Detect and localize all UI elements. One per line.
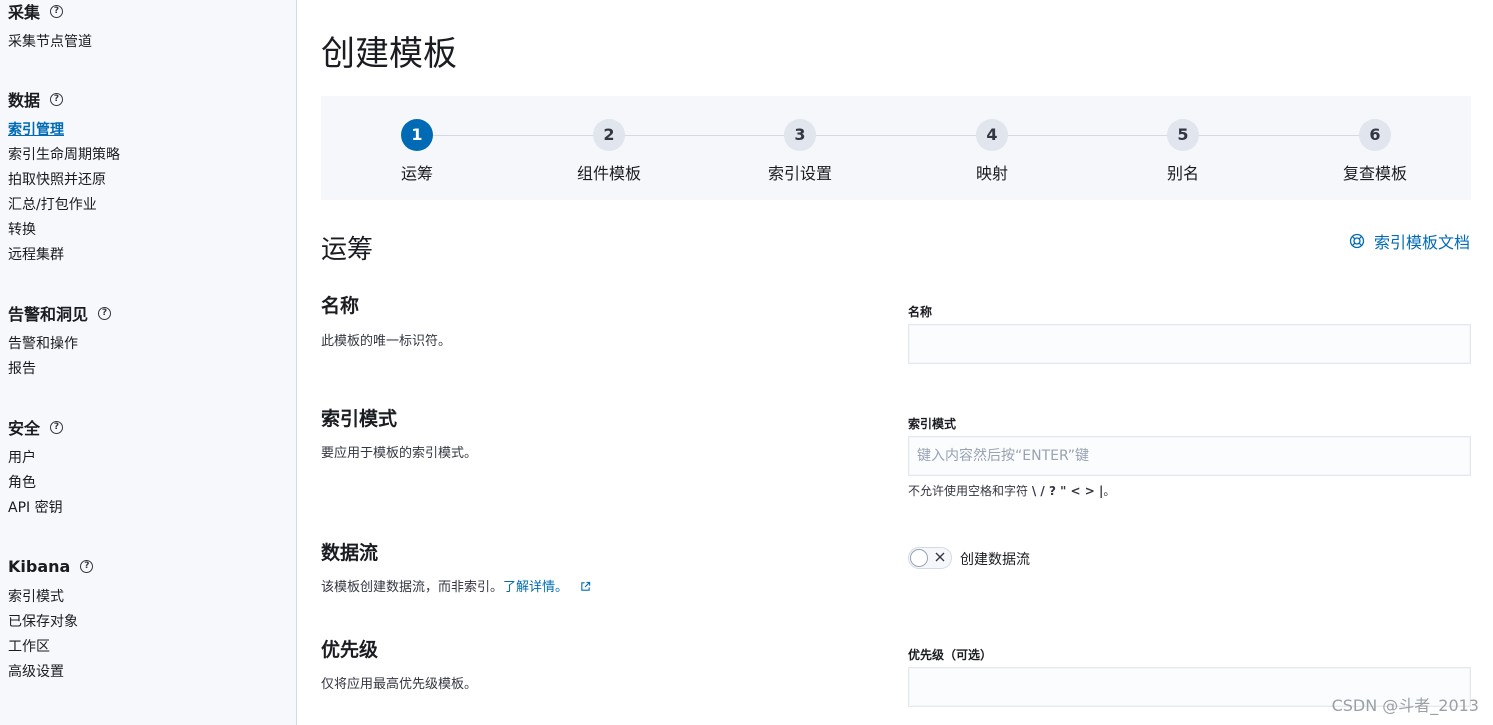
sidebar-item-spaces[interactable]: 工作区 xyxy=(8,635,93,660)
help-icon[interactable]: ? xyxy=(80,559,94,573)
step-number: 3 xyxy=(784,119,816,151)
sidebar-item-remote-clusters[interactable]: 远程集群 xyxy=(8,243,120,268)
step-6-review-template[interactable]: 6 复查模板 xyxy=(1305,119,1445,184)
sidebar-item-roles[interactable]: 角色 xyxy=(8,471,63,496)
step-4-mappings[interactable]: 4 映射 xyxy=(922,119,1062,184)
watermark: CSDN @斗者_2013 xyxy=(1331,696,1479,715)
index-pattern-help-text: 不允许使用空格和字符 \ / ? " < > |。 xyxy=(908,484,1116,498)
forbidden-characters: \ / ? " < > | xyxy=(1031,484,1104,498)
step-label: 索引设置 xyxy=(767,164,832,183)
step-label: 运筹 xyxy=(400,164,433,183)
nav-group-data: 数据 ? 索引管理 索引生命周期策略 拍取快照并还原 汇总/打包作业 转换 远程… xyxy=(8,88,120,268)
nav-group-title: 采集 ? xyxy=(8,0,92,22)
sidebar-item-ilm-policies[interactable]: 索引生命周期策略 xyxy=(8,143,120,168)
sidebar-item-rollup-jobs[interactable]: 汇总/打包作业 xyxy=(8,193,120,218)
sidebar-item-alerts-actions[interactable]: 告警和操作 xyxy=(8,332,111,357)
name-input[interactable] xyxy=(908,324,1471,364)
step-label: 映射 xyxy=(975,164,1008,183)
step-number: 4 xyxy=(976,119,1008,151)
sidebar-item-reporting[interactable]: 报告 xyxy=(8,357,111,382)
nav-group-alerts: 告警和洞见 ? 告警和操作 报告 xyxy=(8,302,112,382)
sidebar-item-ingest-pipelines[interactable]: 采集节点管道 xyxy=(8,30,92,55)
index-pattern-combo-input[interactable] xyxy=(908,436,1471,476)
nav-group-title: Kibana ? xyxy=(8,555,94,577)
switch-knob xyxy=(910,549,928,567)
help-icon[interactable]: ? xyxy=(98,306,112,320)
sidebar-item-transforms[interactable]: 转换 xyxy=(8,218,120,243)
lifebuoy-icon xyxy=(1349,233,1365,249)
priority-field-description: 仅将应用最高优先级模板。 xyxy=(321,677,478,692)
help-icon[interactable]: ? xyxy=(50,92,64,106)
priority-field-title: 优先级 xyxy=(321,639,379,661)
nav-group-ingest: 采集 ? 采集节点管道 xyxy=(8,0,92,55)
step-3-index-settings[interactable]: 3 索引设置 xyxy=(730,119,870,184)
nav-group-kibana: Kibana ? 索引模式 已保存对象 工作区 高级设置 xyxy=(8,555,94,685)
sidebar-item-saved-objects[interactable]: 已保存对象 xyxy=(8,610,93,635)
step-label: 组件模板 xyxy=(576,164,641,183)
sidebar-item-users[interactable]: 用户 xyxy=(8,446,63,471)
learn-more-link[interactable]: 了解详情。 xyxy=(503,580,568,595)
step-1-logistics[interactable]: 1 运筹 xyxy=(347,119,487,184)
name-field-title: 名称 xyxy=(321,295,360,317)
index-pattern-field-title: 索引模式 xyxy=(321,408,398,430)
cross-icon xyxy=(935,552,945,562)
create-data-stream-label[interactable]: 创建数据流 xyxy=(960,549,1030,569)
nav-group-title: 数据 ? xyxy=(8,88,120,110)
step-label: 复查模板 xyxy=(1342,164,1407,183)
sidebar-item-index-patterns[interactable]: 索引模式 xyxy=(8,585,93,610)
steps-wizard: 1 运筹 2 组件模板 3 索引设置 4 映射 5 别名 6 复查模板 xyxy=(321,96,1471,200)
help-icon[interactable]: ? xyxy=(50,420,64,434)
sidebar-item-advanced-settings[interactable]: 高级设置 xyxy=(8,660,93,685)
step-number: 6 xyxy=(1359,119,1391,151)
nav-group-security: 安全 ? 用户 角色 API 密钥 xyxy=(8,416,64,521)
section-title: 运筹 xyxy=(321,235,374,265)
step-number: 1 xyxy=(401,119,433,151)
step-number: 5 xyxy=(1167,119,1199,151)
step-number: 2 xyxy=(593,119,625,151)
index-pattern-field-description: 要应用于模板的索引模式。 xyxy=(321,446,478,461)
data-stream-field-title: 数据流 xyxy=(321,542,379,564)
index-template-docs-link[interactable]: 索引模板文档 xyxy=(1349,229,1470,253)
sidebar-item-api-keys[interactable]: API 密钥 xyxy=(8,496,63,521)
step-label: 别名 xyxy=(1166,164,1199,183)
sidebar: 采集 ? 采集节点管道 数据 ? 索引管理 索引生命周期策略 拍取快照并还原 汇… xyxy=(0,0,297,725)
index-pattern-label: 索引模式 xyxy=(908,417,957,431)
create-data-stream-switch[interactable] xyxy=(908,547,952,569)
sidebar-item-snapshot-restore[interactable]: 拍取快照并还原 xyxy=(8,168,120,193)
page-title: 创建模板 xyxy=(321,34,457,74)
sidebar-item-index-management[interactable]: 索引管理 xyxy=(8,118,120,143)
data-stream-field-description: 该模板创建数据流，而非索引。了解详情。 xyxy=(321,576,591,595)
nav-group-title: 安全 ? xyxy=(8,416,64,438)
name-label: 名称 xyxy=(908,305,933,319)
priority-label: 优先级（可选） xyxy=(908,648,993,662)
nav-group-title: 告警和洞见 ? xyxy=(8,302,112,324)
step-5-aliases[interactable]: 5 别名 xyxy=(1113,119,1253,184)
step-2-component-templates[interactable]: 2 组件模板 xyxy=(539,119,679,184)
name-field-description: 此模板的唯一标识符。 xyxy=(321,334,452,349)
help-icon[interactable]: ? xyxy=(50,4,64,18)
external-link-icon xyxy=(581,581,591,591)
